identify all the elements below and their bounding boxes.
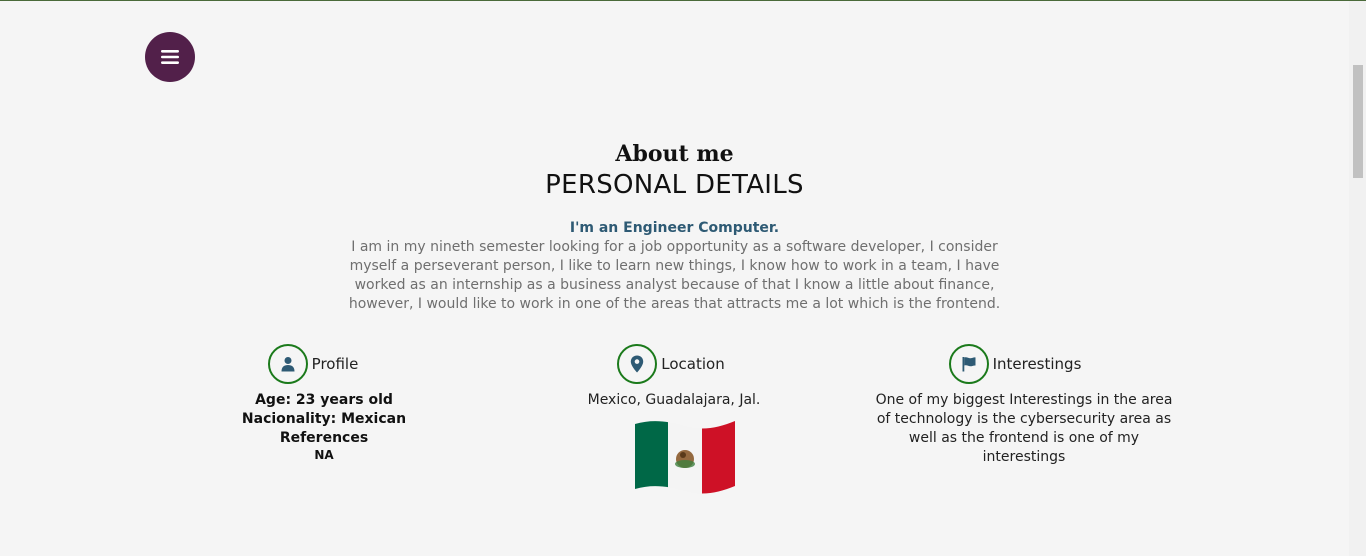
interests-column: Interestings One of my biggest Interesti… bbox=[874, 344, 1174, 467]
page-title: PERSONAL DETAILS bbox=[545, 170, 804, 200]
location-value: Mexico, Guadalajara, Jal. bbox=[587, 392, 761, 408]
vertical-scrollbar[interactable] bbox=[1349, 1, 1366, 556]
interests-icon-ring bbox=[948, 344, 989, 384]
section-eyebrow: About me bbox=[615, 141, 734, 167]
bio-paragraph: I am in my nineth semester looking for a… bbox=[348, 239, 1001, 312]
flag-icon bbox=[962, 357, 976, 372]
profile-details: Age: 23 years old Nacionality: Mexican R… bbox=[224, 391, 424, 448]
profile-references-label: References bbox=[279, 430, 369, 446]
menu-button[interactable] bbox=[145, 32, 195, 82]
location-header: Location bbox=[574, 344, 774, 384]
scrollbar-thumb[interactable] bbox=[1353, 65, 1363, 178]
interests-label: Interestings bbox=[992, 355, 1082, 373]
interests-header: Interestings bbox=[874, 344, 1174, 384]
profile-column: Profile Age: 23 years old Nacionality: M… bbox=[224, 344, 424, 462]
profile-header: Profile bbox=[224, 344, 424, 384]
mexico-flag-icon bbox=[635, 421, 735, 494]
profile-age: Age: 23 years old bbox=[255, 392, 393, 408]
location-label: Location bbox=[661, 355, 725, 373]
hamburger-menu-icon bbox=[161, 50, 179, 64]
interests-text: One of my biggest Interestings in the ar… bbox=[875, 392, 1173, 465]
profile-references-value: NA bbox=[314, 448, 334, 462]
profile-nationality: Nacionality: Mexican bbox=[241, 411, 407, 427]
location-column: Location Mexico, Guadalajara, Jal. bbox=[574, 344, 774, 410]
location-icon-ring bbox=[617, 344, 658, 384]
profile-icon-ring bbox=[267, 344, 308, 384]
page: About me PERSONAL DETAILS I'm an Enginee… bbox=[0, 1, 1349, 556]
section-subtitle: I'm an Engineer Computer. bbox=[569, 220, 780, 236]
user-icon bbox=[281, 357, 295, 372]
profile-label: Profile bbox=[311, 355, 359, 373]
map-pin-icon bbox=[631, 355, 644, 373]
